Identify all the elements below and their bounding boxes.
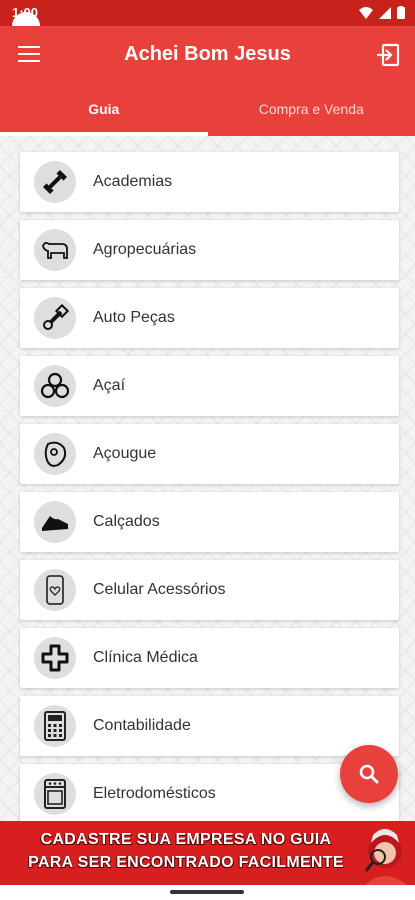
- tab-label: Compra e Venda: [258, 101, 364, 117]
- category-label: Açaí: [93, 377, 126, 394]
- category-item-calcados[interactable]: Calçados: [20, 492, 399, 552]
- meat-icon: [34, 433, 76, 475]
- category-item-academias[interactable]: Academias: [20, 152, 399, 212]
- stove-icon: [34, 773, 76, 815]
- search-icon: [359, 764, 379, 784]
- category-label: Academias: [93, 173, 173, 190]
- app-bar: Achei Bom Jesus: [0, 26, 415, 86]
- system-nav-bar: [0, 885, 415, 900]
- category-item-agropecuarias[interactable]: Agropecuárias: [20, 220, 399, 280]
- category-item-celular-acessorios[interactable]: Celular Acessórios: [20, 560, 399, 620]
- category-label: Auto Peças: [93, 309, 175, 326]
- category-item-acai[interactable]: Açaí: [20, 356, 399, 416]
- app-title: Achei Bom Jesus: [124, 43, 291, 65]
- medical-cross-icon: [34, 637, 76, 679]
- banner-illustration: [364, 829, 407, 885]
- category-label: Contabilidade: [93, 717, 191, 734]
- banner-line-2: PARA SER ENCONTRADO FACILMENTE: [28, 854, 344, 871]
- phone-icon: [34, 569, 76, 611]
- calculator-icon: [34, 705, 76, 747]
- acai-berries-icon: [34, 365, 76, 407]
- category-item-clinica-medica[interactable]: Clínica Médica: [20, 628, 399, 688]
- home-gesture-handle[interactable]: [170, 890, 244, 894]
- category-label: Agropecuárias: [93, 241, 197, 258]
- category-item-acougue[interactable]: Açougue: [20, 424, 399, 484]
- category-item-auto-pecas[interactable]: Auto Peças: [20, 288, 399, 348]
- tab-compra-e-venda[interactable]: Compra e Venda: [208, 86, 415, 136]
- banner-line-1: CADASTRE SUA EMPRESA NO GUIA: [40, 831, 332, 848]
- category-label: Clínica Médica: [93, 649, 198, 666]
- category-label: Eletrodomésticos: [93, 785, 216, 802]
- wifi-icon: [359, 6, 373, 19]
- cow-icon: [34, 229, 76, 271]
- category-label: Açougue: [93, 445, 157, 462]
- car-part-icon: [34, 297, 76, 339]
- shoe-icon: [34, 501, 76, 543]
- tab-guia[interactable]: Guia: [0, 86, 208, 136]
- category-label: Celular Acessórios: [93, 581, 226, 598]
- signal-icon: [379, 6, 391, 19]
- logout-icon[interactable]: [375, 42, 401, 68]
- category-label: Calçados: [93, 513, 160, 530]
- status-icons: [359, 6, 405, 19]
- dumbbell-icon: [34, 161, 76, 203]
- category-list[interactable]: Academias Agropecuárias Auto Peças Açaí …: [0, 136, 415, 821]
- promo-banner[interactable]: CADASTRE SUA EMPRESA NO GUIA PARA SER EN…: [0, 821, 415, 885]
- tab-label: Guia: [88, 101, 120, 117]
- category-item-contabilidade[interactable]: Contabilidade: [20, 696, 399, 756]
- status-bar: 1:00: [0, 0, 415, 40]
- search-button[interactable]: [340, 745, 398, 803]
- tab-bar: Guia Compra e Venda: [0, 86, 415, 136]
- battery-icon: [397, 6, 405, 19]
